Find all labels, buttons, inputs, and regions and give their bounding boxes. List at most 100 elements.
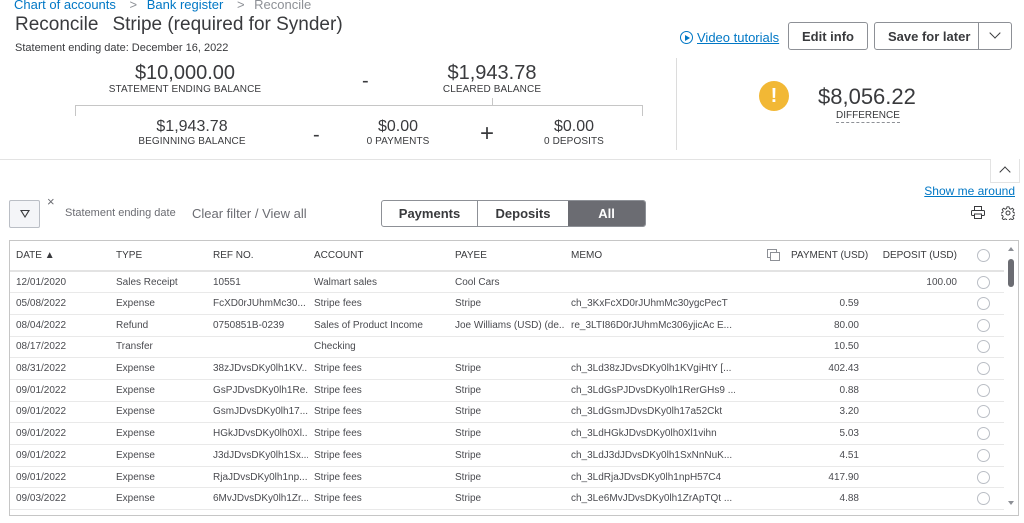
cell-type: Expense [110, 487, 207, 511]
table-row[interactable]: 09/01/2022 Expense J3dJDvsDKy0lh1Sx... Stri… [10, 444, 1004, 467]
row-select-radio[interactable] [977, 470, 990, 484]
transactions-table: DATE ▲ TYPE REF NO. ACCOUNT PAYEE MEMO P… [9, 240, 1019, 516]
save-for-later-button[interactable]: Save for later [888, 29, 970, 44]
table-row[interactable]: 09/01/2022 Expense GsPJDvsDKy0lh1Re... Stri… [10, 379, 1004, 402]
table-row[interactable]: 09/03/2022 Expense 6MvJDvsDKy0lh1Zr... Stri… [10, 487, 1004, 511]
column-header-memo[interactable]: MEMO [565, 241, 735, 272]
column-header-copy [735, 241, 785, 272]
cell-date: 09/01/2022 [10, 401, 110, 424]
edit-info-button[interactable]: Edit info [788, 22, 868, 50]
select-all-radio[interactable] [977, 249, 990, 262]
column-header-ref-no[interactable]: REF NO. [207, 241, 308, 272]
row-select-radio[interactable] [977, 275, 990, 289]
table-row[interactable]: 12/01/2020 Sales Receipt 10551 Walmart sale… [10, 271, 1004, 294]
row-select-radio[interactable] [977, 427, 990, 441]
row-select-radio[interactable] [977, 297, 990, 311]
table-row[interactable]: 08/17/2022 Transfer Checking 10.50 [10, 336, 1004, 359]
column-header-account[interactable]: ACCOUNT [308, 241, 449, 272]
cell-payment: 10.50 [785, 336, 865, 359]
difference-label[interactable]: DIFFERENCE [836, 110, 900, 123]
collapse-summary-button[interactable] [990, 159, 1020, 183]
scroll-down-icon[interactable] [1008, 501, 1014, 505]
filter-button[interactable] [9, 200, 40, 228]
row-select-radio[interactable] [977, 448, 990, 462]
column-header-deposit[interactable]: DEPOSIT (USD) [865, 241, 963, 272]
table-row[interactable]: 08/31/2022 Expense 38zJDvsDKy0lh1KV... Stri… [10, 357, 1004, 380]
cell-payee: Stripe [449, 466, 565, 489]
section-divider [0, 159, 990, 160]
cell-payee: Stripe [449, 401, 565, 424]
cell-memo: ch_3KxFcXD0rJUhmMc30ygcPecT [565, 292, 735, 315]
table-row[interactable]: 08/04/2022 Refund 0750851B-0239 Sales of Pr… [10, 314, 1004, 337]
table-row[interactable]: 09/01/2022 Expense HGkJDvsDKy0lh0Xl... Stri… [10, 422, 1004, 445]
cell-deposit [865, 357, 963, 380]
row-select-radio[interactable] [977, 340, 990, 354]
scrollbar-thumb[interactable] [1008, 259, 1014, 287]
table-row[interactable]: 05/08/2022 Expense FcXD0rJUhmMc30... Stripe… [10, 292, 1004, 315]
statement-ending-date: Statement ending date: December 16, 2022 [15, 42, 229, 54]
column-header-payment[interactable]: PAYMENT (USD) [785, 241, 868, 272]
cell-select [963, 271, 1004, 294]
breadcrumb-chart-of-accounts[interactable]: Chart of accounts [14, 0, 116, 12]
video-tutorials-link[interactable]: Video tutorials [680, 30, 779, 45]
cell-select [963, 487, 1004, 511]
statement-ending-balance-amount: $10,000.00 [134, 62, 236, 84]
copy-icon[interactable] [767, 249, 780, 261]
clear-filter-link[interactable]: Clear filter / View all [192, 206, 307, 221]
payments-amount: $0.00 [377, 118, 419, 135]
cell-date: 08/17/2022 [10, 336, 110, 359]
tab-all[interactable]: All [568, 201, 645, 226]
row-select-radio[interactable] [977, 405, 990, 419]
cell-memo: ch_3LdGsmJDvsDKy0lh17a52Ckt [565, 401, 735, 424]
minus-operator: - [362, 70, 369, 92]
tab-deposits[interactable]: Deposits [478, 201, 568, 226]
row-select-radio[interactable] [977, 492, 990, 506]
row-select-radio[interactable] [977, 318, 990, 332]
row-select-radio[interactable] [977, 383, 990, 397]
table-row[interactable]: 09/01/2022 Expense RjaJDvsDKy0lh1np... Stri… [10, 466, 1004, 489]
cell-ref-no: GsPJDvsDKy0lh1Re... [207, 379, 308, 402]
cell-date: 09/03/2022 [10, 487, 110, 511]
gear-icon[interactable] [1001, 206, 1015, 220]
cell-payee: Stripe [449, 357, 565, 380]
tab-payments[interactable]: Payments [382, 201, 478, 226]
column-header-date[interactable]: DATE ▲ [10, 241, 110, 272]
cell-spacer [735, 466, 785, 489]
cell-date: 09/01/2022 [10, 379, 110, 402]
table-row[interactable]: 09/01/2022 Expense GsmJDvsDKy0lh17... Strip… [10, 401, 1004, 424]
chevron-down-icon[interactable] [989, 27, 1001, 39]
row-select-radio[interactable] [977, 362, 990, 376]
cell-ref-no: 10551 [207, 271, 308, 294]
cell-select [963, 314, 1004, 337]
cell-deposit [865, 466, 963, 489]
cell-memo: re_3LTI86D0rJUhmMc306yjicAc E... [565, 314, 735, 337]
cell-type: Expense [110, 444, 207, 467]
cell-type: Expense [110, 422, 207, 445]
breadcrumb: Chart of accounts > Bank register > Reco… [14, 0, 311, 12]
cell-payee: Stripe [449, 292, 565, 315]
cell-select [963, 379, 1004, 402]
cell-payment: 0.88 [785, 379, 865, 402]
deposits-total: $0.00 0 DEPOSITS [524, 118, 624, 148]
scroll-up-icon[interactable] [1008, 247, 1014, 251]
cell-spacer [735, 487, 785, 511]
cell-memo [565, 336, 735, 359]
column-header-type[interactable]: TYPE [110, 241, 207, 272]
column-header-payee[interactable]: PAYEE [449, 241, 565, 272]
breadcrumb-bank-register[interactable]: Bank register [147, 0, 224, 12]
cell-date: 09/01/2022 [10, 444, 110, 467]
print-icon[interactable] [971, 206, 985, 219]
cell-deposit [865, 292, 963, 315]
cell-deposit [865, 379, 963, 402]
cleared-balance-label: CLEARED BALANCE [442, 84, 542, 95]
cell-account: Stripe fees [308, 379, 449, 402]
clear-filter-close-icon[interactable]: × [47, 194, 55, 209]
cell-spacer [735, 357, 785, 380]
show-me-around-link[interactable]: Show me around [924, 184, 1015, 198]
cell-date: 09/01/2022 [10, 422, 110, 445]
table-scrollbar[interactable] [1004, 241, 1018, 515]
cell-payee: Stripe [449, 487, 565, 511]
cell-payee [449, 336, 565, 359]
breadcrumb-separator: > [129, 0, 138, 12]
page-title-text: Reconcile [15, 14, 99, 35]
